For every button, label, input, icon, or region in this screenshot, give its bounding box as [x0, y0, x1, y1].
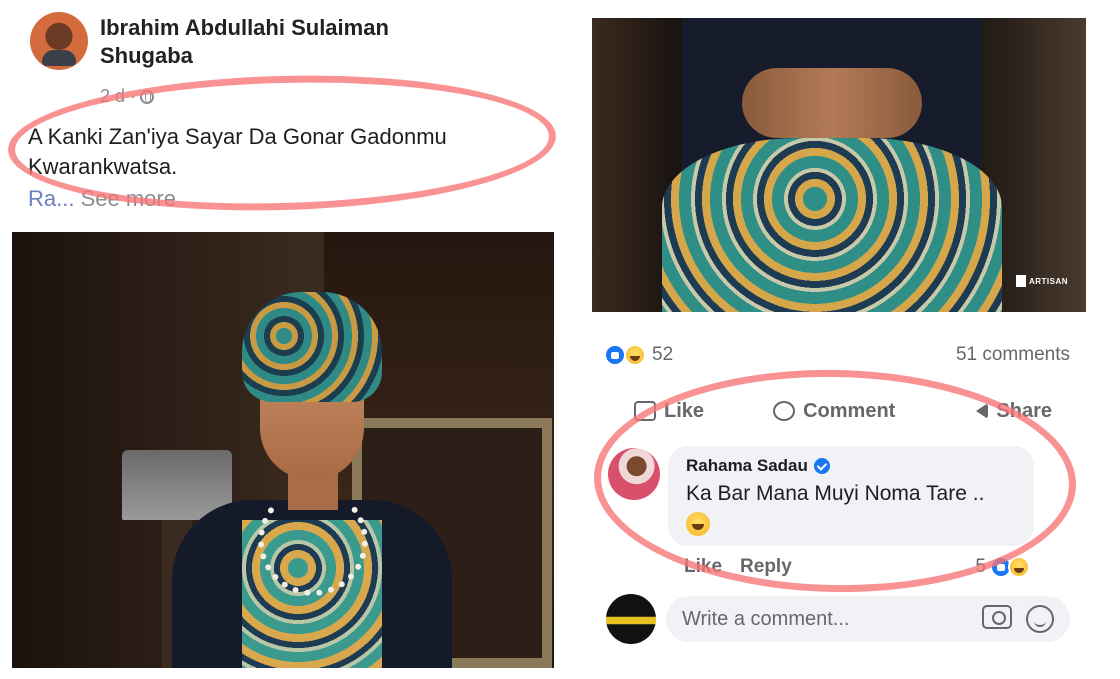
post-actions: Like Comment Share: [604, 392, 1070, 430]
like-button[interactable]: Like: [634, 400, 704, 423]
verified-badge-icon: [813, 458, 830, 474]
thumbs-up-icon: [634, 401, 656, 421]
globe-icon: [140, 89, 155, 104]
comment-reply-button[interactable]: Reply: [740, 556, 792, 578]
photo-watermark: ARTISAN: [1015, 274, 1068, 288]
reaction-summary[interactable]: 52: [604, 344, 673, 366]
comment-input[interactable]: Write a comment...: [666, 596, 1070, 642]
commenter-name[interactable]: Rahama Sadau: [686, 456, 1016, 476]
see-more-line: Ra... See more: [28, 186, 176, 212]
comment-input-placeholder: Write a comment...: [682, 607, 850, 630]
post-header: Ibrahim Abdullahi Sulaiman Shugaba 2 d ·…: [0, 0, 560, 225]
head-wrap: [242, 292, 382, 402]
post-time[interactable]: 2 d ·: [100, 86, 136, 107]
comment-button[interactable]: Comment: [773, 400, 895, 423]
camera-icon[interactable]: [982, 605, 1012, 629]
post-photo-right[interactable]: ARTISAN: [592, 18, 1086, 312]
author-name-line1: Ibrahim Abdullahi Sulaiman: [100, 15, 389, 40]
comment-bubble: Rahama Sadau Ka Bar Mana Muyi Noma Tare …: [668, 446, 1034, 546]
comment-composer: Write a comment...: [604, 592, 1070, 644]
grinning-sweat-emoji-icon: [686, 512, 710, 536]
post-meta: 2 d ·: [100, 86, 155, 107]
comments-count[interactable]: 51 comments: [956, 344, 1070, 366]
author-name-line2: Shugaba: [100, 43, 193, 68]
author-avatar[interactable]: [30, 12, 88, 70]
share-arrow-icon: [964, 403, 989, 419]
haha-reaction-icon: [1008, 556, 1030, 578]
reactions-row: 52 51 comments: [604, 340, 1070, 370]
comment-like-button[interactable]: Like: [684, 556, 722, 578]
comment-bubble-icon: [773, 401, 796, 421]
user-avatar[interactable]: [606, 594, 656, 644]
comment-reaction-count: 5: [975, 556, 986, 577]
commenter-avatar[interactable]: [608, 448, 660, 500]
pearl-necklace: [258, 486, 368, 596]
post-photo-left[interactable]: [12, 232, 554, 668]
comment-actions: Like Reply: [684, 556, 792, 578]
hands: [742, 68, 922, 138]
reaction-count: 52: [652, 344, 674, 365]
comment-text: Ka Bar Mana Muyi Noma Tare ..: [686, 482, 985, 505]
woman-portrait: [162, 290, 462, 668]
patterned-skirt: [662, 138, 1002, 312]
post-text: A Kanki Zan'iya Sayar Da Gonar Gadonmu K…: [28, 124, 447, 179]
emoji-icon[interactable]: [1026, 605, 1054, 633]
comment-reactions[interactable]: 5: [975, 556, 1030, 578]
share-button[interactable]: Share: [964, 400, 1052, 423]
author-name[interactable]: Ibrahim Abdullahi Sulaiman Shugaba: [100, 14, 520, 70]
truncated-text: Ra...: [28, 186, 75, 211]
like-reaction-icon: [604, 344, 626, 366]
haha-reaction-icon: [624, 344, 646, 366]
see-more-link[interactable]: See more: [81, 186, 176, 211]
